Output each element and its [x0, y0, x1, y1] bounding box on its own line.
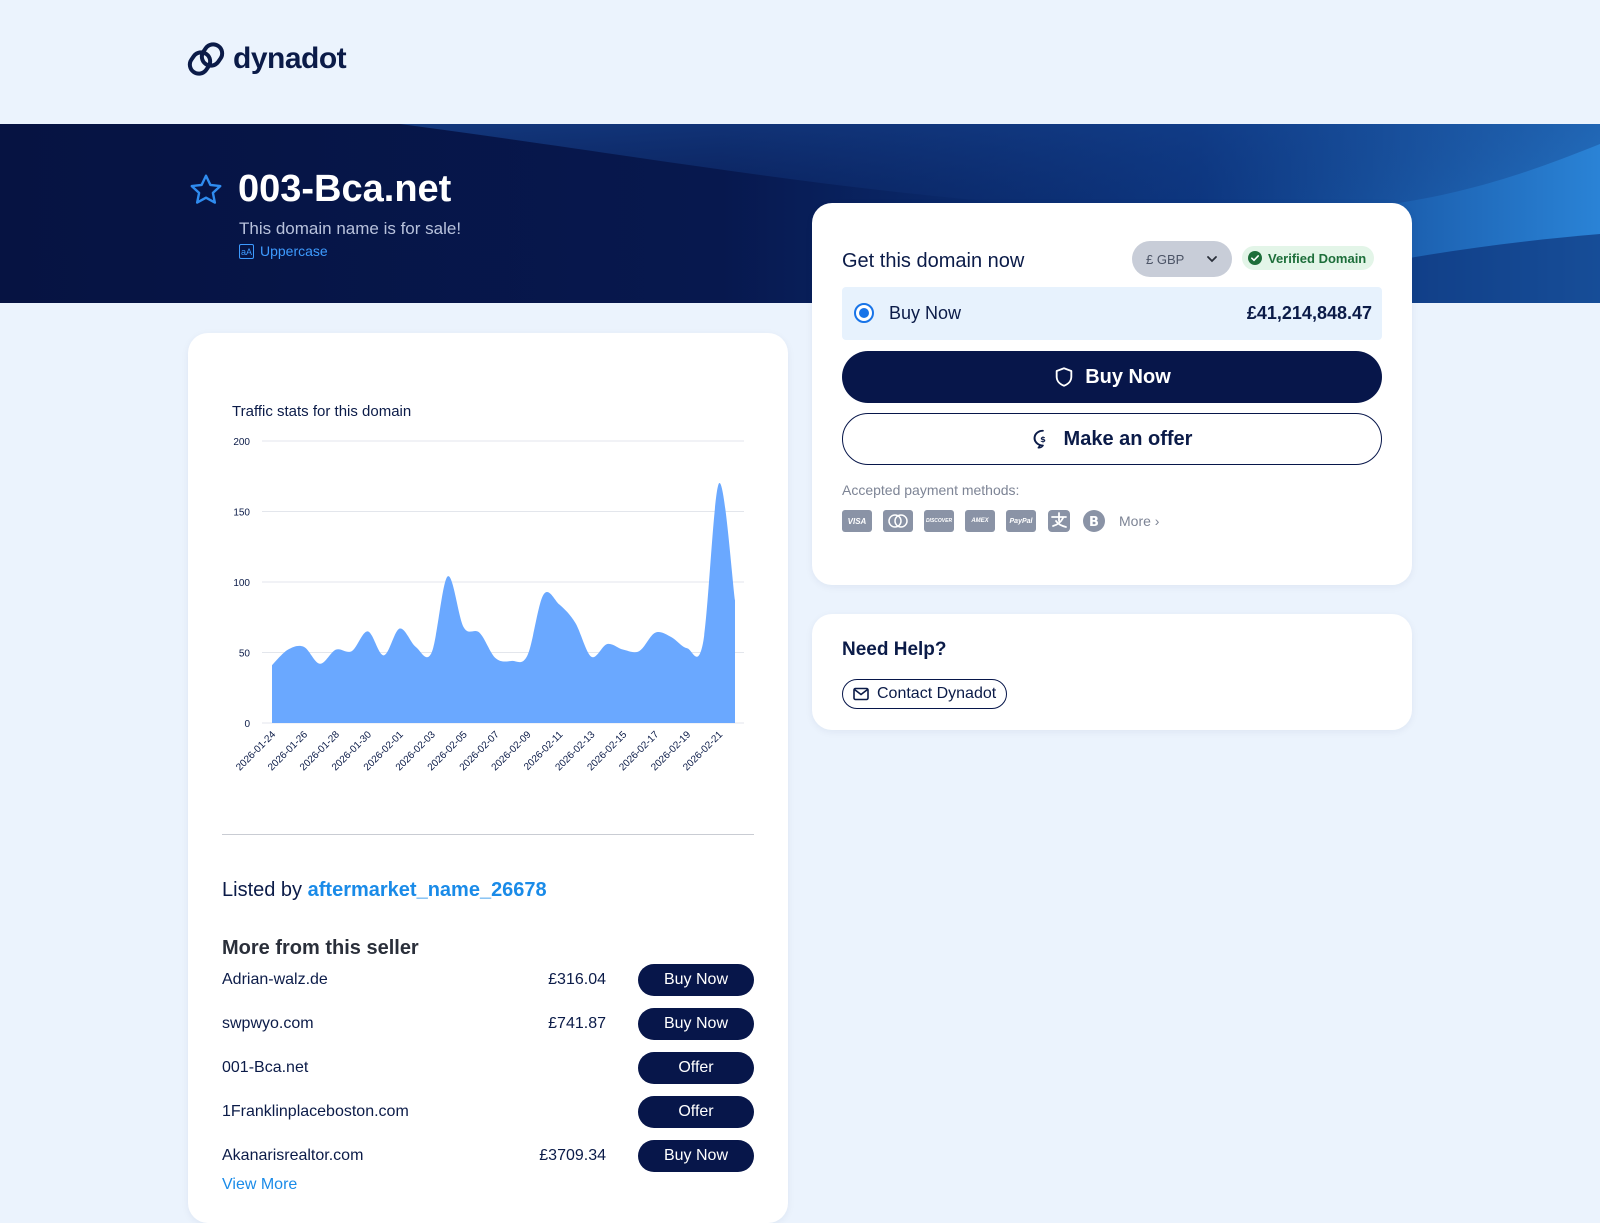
more-from-seller-title: More from this seller: [222, 937, 419, 959]
shield-icon: [1055, 367, 1073, 387]
listed-by-label: Listed by: [222, 879, 303, 901]
payment-methods-label: Accepted payment methods:: [842, 482, 1020, 498]
favorite-star-icon[interactable]: [188, 172, 224, 208]
discover-icon: DISCOVER: [924, 510, 954, 532]
help-title: Need Help?: [842, 639, 947, 660]
buy-now-option[interactable]: Buy Now £41,214,848.47: [842, 287, 1382, 340]
dynadot-logo-icon: [187, 42, 225, 76]
amex-icon: AMEX: [965, 510, 995, 532]
seller-domain-action-button[interactable]: Offer: [638, 1096, 754, 1128]
brand-logo[interactable]: dynadot: [187, 40, 347, 78]
make-offer-label: Make an offer: [1063, 427, 1193, 450]
buy-now-button-label: Buy Now: [1085, 365, 1171, 388]
seller-domain-action-button[interactable]: Buy Now: [638, 1140, 754, 1172]
check-circle-icon: [1248, 251, 1262, 265]
uppercase-label: Uppercase: [260, 243, 328, 259]
seller-domain-action-button[interactable]: Buy Now: [638, 964, 754, 996]
visa-icon: VISA: [842, 510, 872, 532]
listed-by: Listed by aftermarket_name_26678: [222, 879, 547, 902]
currency-select[interactable]: £ GBP: [1132, 241, 1232, 277]
domain-info-card: Traffic stats for this domain 0 50 100 150 2…: [188, 333, 788, 1223]
y-tick-label: 0: [244, 719, 250, 730]
seller-domain-name[interactable]: Akanarisrealtor.com: [222, 1147, 363, 1165]
verified-badge: Verified Domain: [1242, 246, 1375, 270]
contact-label: Contact Dynadot: [877, 685, 997, 702]
buy-now-radio[interactable]: [854, 303, 874, 323]
contact-dynadot-button[interactable]: Contact Dynadot: [842, 679, 1008, 709]
seller-link[interactable]: aftermarket_name_26678: [308, 879, 547, 901]
paypal-icon: PayPal: [1006, 510, 1036, 532]
more-label: More: [1119, 513, 1151, 529]
option-price: £41,214,848.47: [1246, 303, 1372, 323]
seller-domain-name[interactable]: swpwyo.com: [222, 1015, 314, 1033]
payment-methods: VISA DISCOVER AMEX PayPal B More ›: [842, 509, 1159, 533]
seller-domain-action-button[interactable]: Buy Now: [638, 1008, 754, 1040]
seller-domain-row: Adrian-walz.de £316.04 Buy Now: [222, 964, 754, 998]
seller-domain-action-button[interactable]: Offer: [638, 1052, 754, 1084]
currency-value: £ GBP: [1146, 251, 1185, 267]
mastercard-icon: [883, 510, 913, 532]
brand-name: dynadot: [233, 42, 347, 75]
seller-domain-name[interactable]: Adrian-walz.de: [222, 971, 328, 989]
view-more-link[interactable]: View More: [222, 1176, 297, 1194]
option-label: Buy Now: [889, 303, 962, 323]
traffic-area-series: [272, 482, 735, 723]
y-tick-label: 50: [239, 649, 251, 660]
y-tick-label: 100: [233, 578, 250, 589]
more-payment-methods-link[interactable]: More ›: [1119, 513, 1159, 529]
seller-domain-price: £3709.34: [539, 1147, 606, 1164]
alipay-icon: [1048, 510, 1070, 532]
help-card: Need Help? Contact Dynadot: [812, 614, 1412, 730]
bitcoin-icon: B: [1083, 510, 1105, 532]
seller-domain-name[interactable]: 001-Bca.net: [222, 1059, 308, 1077]
seller-domain-row: 001-Bca.net Offer: [222, 1052, 754, 1086]
seller-domain-price: £316.04: [548, 971, 606, 988]
traffic-chart: 0501001502002026-01-242026-01-262026-01-…: [233, 437, 744, 773]
seller-domain-name[interactable]: 1Franklinplaceboston.com: [222, 1103, 409, 1121]
svg-text:$: $: [1040, 434, 1046, 444]
svg-text:B: B: [1089, 515, 1099, 530]
site-header: dynadot: [0, 0, 1600, 124]
seller-domain-row: 1Franklinplaceboston.com Offer: [222, 1096, 754, 1130]
domain-title: 003-Bca.net: [238, 168, 452, 210]
seller-domain-row: swpwyo.com £741.87 Buy Now: [222, 1008, 754, 1042]
make-offer-button[interactable]: $ Make an offer: [842, 413, 1382, 465]
seller-domain-row: Akanarisrealtor.com £3709.34 Buy Now: [222, 1140, 754, 1174]
chevron-right-icon: ›: [1154, 513, 1160, 529]
verified-label: Verified Domain: [1268, 250, 1367, 266]
chat-dollar-icon: $: [1033, 429, 1046, 449]
mail-icon: [853, 687, 869, 701]
text-case-icon: aA: [239, 243, 254, 259]
y-tick-label: 200: [233, 437, 250, 448]
chevron-down-icon: [1207, 256, 1217, 263]
seller-domain-price: £741.87: [548, 1015, 606, 1032]
purchase-heading: Get this domain now: [842, 250, 1025, 272]
sale-subtitle: This domain name is for sale!: [239, 219, 462, 238]
buy-now-button[interactable]: Buy Now: [842, 351, 1382, 403]
y-tick-label: 150: [233, 508, 250, 519]
uppercase-toggle[interactable]: aA Uppercase: [239, 243, 328, 259]
purchase-card: Get this domain now £ GBP Verified Domai…: [812, 203, 1412, 585]
section-divider: [222, 834, 754, 835]
